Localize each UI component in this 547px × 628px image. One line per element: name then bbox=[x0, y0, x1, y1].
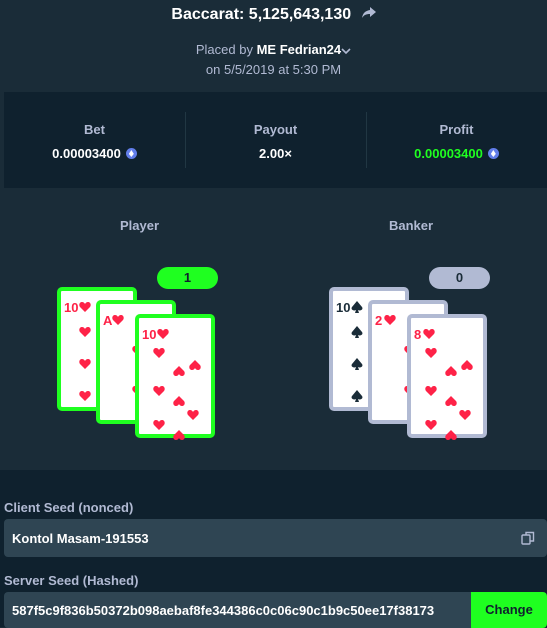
server-seed-value: 587f5c9f836b50372b098aebaf8fe344386c0c06… bbox=[12, 603, 435, 618]
stat-profit-value: 0.00003400 bbox=[366, 146, 547, 161]
spade-icon bbox=[351, 357, 363, 370]
heart-icon bbox=[79, 300, 91, 312]
server-seed-label: Server Seed (Hashed) bbox=[4, 573, 139, 588]
chevron-down-icon[interactable] bbox=[341, 43, 351, 58]
heart-icon bbox=[189, 358, 201, 370]
spade-icon bbox=[351, 300, 363, 313]
client-seed-value: Kontol Masam-191553 bbox=[12, 531, 149, 546]
heart-icon bbox=[112, 313, 124, 325]
heart-icon bbox=[173, 364, 185, 376]
heart-icon bbox=[461, 358, 473, 370]
placed-by: Placed by ME Fedrian24 bbox=[0, 42, 547, 58]
client-seed-label: Client Seed (nonced) bbox=[4, 500, 134, 515]
heart-icon bbox=[173, 428, 185, 440]
heart-icon bbox=[459, 408, 471, 420]
heart-icon bbox=[79, 325, 91, 337]
heart-icon bbox=[425, 346, 437, 358]
server-seed-field[interactable]: 587f5c9f836b50372b098aebaf8fe344386c0c06… bbox=[4, 592, 547, 628]
stat-payout: Payout 2.00× bbox=[185, 92, 366, 188]
card-rank: 10 bbox=[336, 300, 351, 315]
eth-icon bbox=[487, 148, 499, 159]
stat-payout-label: Payout bbox=[253, 122, 298, 137]
player-score-badge: 1 bbox=[157, 267, 218, 289]
card-rank: A bbox=[103, 313, 113, 328]
client-seed-field[interactable]: Kontol Masam-191553 bbox=[4, 519, 547, 557]
bet-title-text: Baccarat: 5,125,643,130 bbox=[171, 6, 352, 24]
stat-bet-value: 0.00003400 bbox=[4, 146, 185, 161]
card-rank: 10 bbox=[64, 300, 79, 315]
player-label: Player bbox=[120, 218, 160, 233]
heart-icon bbox=[445, 394, 457, 406]
heart-icon bbox=[153, 384, 165, 396]
heart-icon bbox=[79, 389, 91, 401]
user-name-link[interactable]: Fedrian24 bbox=[280, 42, 341, 57]
share-icon[interactable] bbox=[361, 6, 376, 24]
eth-icon bbox=[125, 148, 137, 159]
heart-icon bbox=[384, 313, 396, 325]
card-rank: 10 bbox=[142, 327, 157, 342]
heart-icon bbox=[173, 394, 185, 406]
playing-card: 10 bbox=[135, 314, 215, 440]
spade-icon bbox=[351, 325, 363, 338]
heart-icon bbox=[157, 327, 169, 339]
banker-label: Banker bbox=[389, 218, 434, 233]
heart-icon bbox=[425, 418, 437, 430]
heart-icon bbox=[187, 408, 199, 420]
card-rank: 2 bbox=[375, 313, 383, 328]
heart-icon bbox=[445, 364, 457, 376]
spade-icon bbox=[351, 389, 363, 402]
heart-icon bbox=[445, 428, 457, 440]
stat-profit-label: Profit bbox=[439, 122, 474, 137]
bet-stats-panel: Bet 0.00003400 Payout 2.00× Profit 0.000… bbox=[4, 92, 547, 188]
heart-icon bbox=[79, 357, 91, 369]
change-seed-button[interactable]: Change bbox=[471, 592, 547, 628]
card-rank: 8 bbox=[414, 327, 422, 342]
banker-score-badge: 0 bbox=[429, 267, 490, 289]
bet-title: Baccarat: 5,125,643,130 bbox=[0, 6, 547, 24]
profit-amount: 0.00003400 bbox=[414, 146, 483, 161]
copy-icon[interactable] bbox=[521, 531, 535, 550]
heart-icon bbox=[153, 346, 165, 358]
stat-profit: Profit 0.00003400 bbox=[366, 92, 547, 188]
stat-bet: Bet 0.00003400 bbox=[4, 92, 185, 188]
bet-amount: 0.00003400 bbox=[52, 146, 121, 161]
bet-date: on 5/5/2019 at 5:30 PM bbox=[205, 62, 342, 77]
heart-icon bbox=[425, 384, 437, 396]
placed-by-prefix: Placed by bbox=[195, 42, 253, 57]
stat-bet-label: Bet bbox=[84, 122, 105, 137]
playing-card: 8 bbox=[407, 314, 487, 440]
heart-icon bbox=[423, 327, 435, 339]
heart-icon bbox=[153, 418, 165, 430]
user-badge: ME bbox=[256, 42, 277, 57]
stat-payout-value: 2.00× bbox=[259, 146, 292, 161]
